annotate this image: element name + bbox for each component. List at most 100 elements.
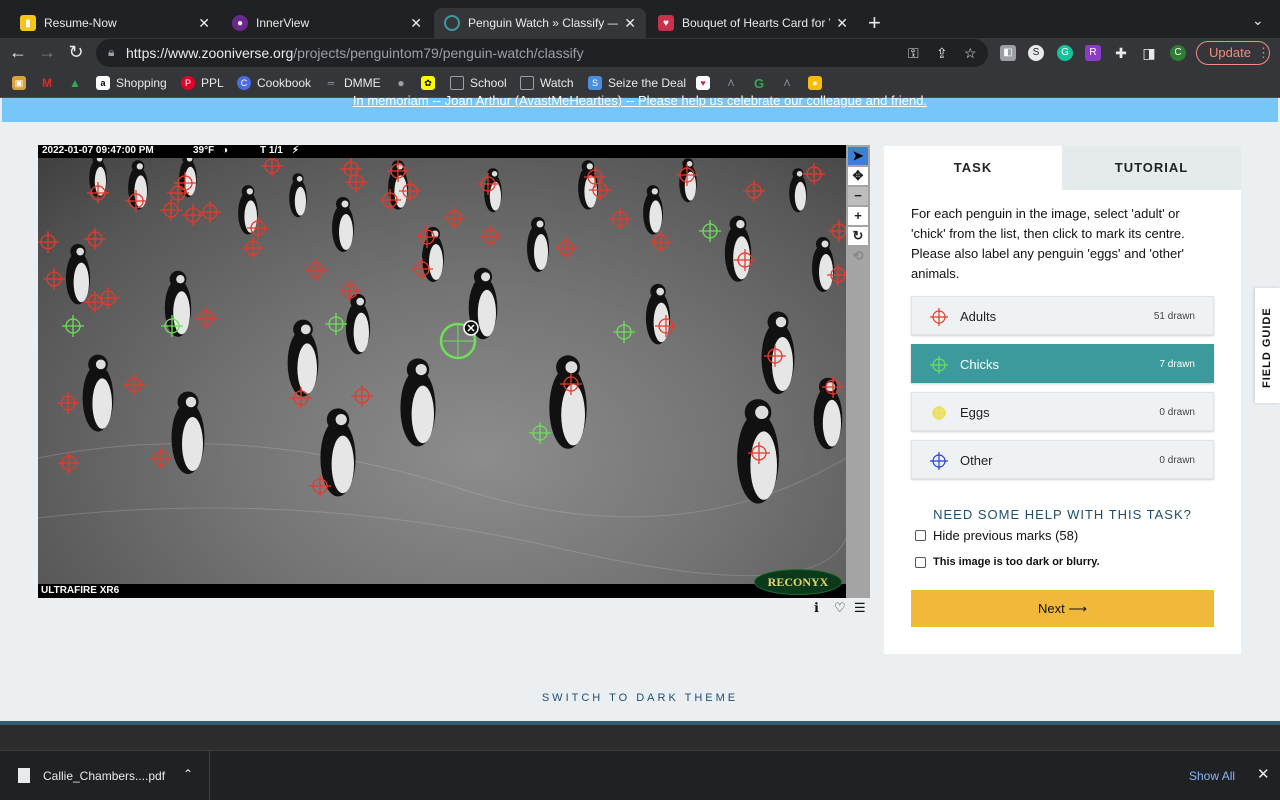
bookmark-star-icon[interactable]: ☆ xyxy=(964,45,977,62)
adult-mark[interactable] xyxy=(84,228,106,250)
back-arrow-icon[interactable]: ← xyxy=(6,42,30,63)
subject-image-viewer[interactable]: 2022-01-07 09:47:00 PM 39°F ◑ T 1/1 ⚡︎ U… xyxy=(38,145,846,598)
profile-avatar[interactable]: C xyxy=(1170,45,1186,61)
side-panel-icon[interactable]: ◨ xyxy=(1141,45,1157,61)
adult-mark[interactable] xyxy=(411,258,433,280)
bookmark-m1[interactable]: Ʌ xyxy=(724,76,744,90)
grammarly-icon[interactable]: G xyxy=(1057,45,1073,61)
new-tab-button[interactable]: + xyxy=(868,10,881,36)
chick-mark[interactable] xyxy=(529,422,551,444)
adult-mark[interactable] xyxy=(150,447,172,469)
adult-mark[interactable] xyxy=(87,182,109,204)
tab-search-button[interactable]: ⌄ xyxy=(1252,12,1264,29)
delete-mark-icon[interactable] xyxy=(463,320,479,336)
adult-mark[interactable] xyxy=(160,199,182,221)
tool-adults[interactable]: Adults 51 drawn xyxy=(911,296,1214,335)
adult-mark[interactable] xyxy=(261,158,283,177)
adult-mark[interactable] xyxy=(199,201,221,223)
bookmark-dmme[interactable]: ═ DMME xyxy=(324,76,381,90)
bookmark-cookbook[interactable]: C Cookbook xyxy=(237,76,311,90)
bookmark-heart[interactable]: ♥ xyxy=(696,76,716,90)
bookmark-snapchat[interactable]: ✿ xyxy=(421,76,441,90)
adult-mark[interactable] xyxy=(650,231,672,253)
adult-mark[interactable] xyxy=(399,180,421,202)
adult-mark[interactable] xyxy=(748,442,770,464)
tab-task[interactable]: TASK xyxy=(884,146,1062,190)
adult-mark[interactable] xyxy=(43,268,65,290)
adult-mark[interactable] xyxy=(827,264,846,286)
adult-mark[interactable] xyxy=(38,231,59,253)
tool-other[interactable]: Other 0 drawn xyxy=(911,440,1214,479)
adult-mark[interactable] xyxy=(125,190,147,212)
tab-penguin-watch[interactable]: Penguin Watch » Classify — Zo ✕ xyxy=(434,8,646,38)
close-downloads-icon[interactable]: ✕ xyxy=(1257,765,1270,783)
r-extension-icon[interactable]: R xyxy=(1085,45,1101,61)
adult-mark[interactable] xyxy=(387,160,409,182)
adult-mark[interactable] xyxy=(609,208,631,230)
tab-tutorial[interactable]: TUTORIAL xyxy=(1062,146,1241,190)
bookmark-drive[interactable]: ▲ xyxy=(68,76,88,90)
extension-icon[interactable]: ◧ xyxy=(1000,45,1016,61)
reload-icon[interactable]: ↻ xyxy=(64,42,88,63)
adult-mark[interactable] xyxy=(560,373,582,395)
adult-mark[interactable] xyxy=(247,217,269,239)
bookmark-gmail[interactable]: M xyxy=(40,76,60,90)
bookmark-school[interactable]: School xyxy=(450,76,507,90)
bookmark-watch[interactable]: Watch xyxy=(520,76,574,90)
pointer-tool-button[interactable]: ➤ xyxy=(848,147,868,165)
field-guide-tab[interactable]: FIELD GUIDE xyxy=(1255,288,1280,403)
next-button[interactable]: Next ⟶ xyxy=(911,590,1214,627)
adult-mark[interactable] xyxy=(351,385,373,407)
adult-mark[interactable] xyxy=(479,225,501,247)
adult-mark[interactable] xyxy=(822,376,844,398)
bookmark-apple[interactable]: ● xyxy=(394,76,414,90)
bookmark-g[interactable]: G xyxy=(752,76,772,91)
adult-mark[interactable] xyxy=(443,207,465,229)
zoom-in-button[interactable]: + xyxy=(848,207,868,225)
info-icon[interactable]: ℹ xyxy=(814,600,819,616)
adult-mark[interactable] xyxy=(589,179,611,201)
bookmark-ppl[interactable]: P PPL xyxy=(181,76,224,90)
download-item[interactable]: Callie_Chambers....pdf ⌃ xyxy=(0,751,210,800)
forward-arrow-icon[interactable]: → xyxy=(35,42,59,63)
adult-mark[interactable] xyxy=(477,173,499,195)
adult-mark[interactable] xyxy=(416,226,438,248)
task-help-link[interactable]: NEED SOME HELP WITH THIS TASK? xyxy=(884,507,1241,522)
tab-close-icon[interactable]: ✕ xyxy=(836,15,848,32)
collections-list-icon[interactable]: ☰ xyxy=(854,600,866,616)
key-icon[interactable]: ⚿ xyxy=(908,45,919,62)
more-menu-icon[interactable]: ⋮ xyxy=(1257,42,1270,64)
bookmark-keep[interactable]: ● xyxy=(808,76,828,90)
checkbox-box[interactable] xyxy=(915,530,926,541)
puzzle-extensions-icon[interactable]: ✚ xyxy=(1113,45,1129,61)
adult-mark[interactable] xyxy=(764,345,786,367)
adult-mark[interactable] xyxy=(58,452,80,474)
bookmark-m2[interactable]: Ʌ xyxy=(780,76,800,90)
adult-mark[interactable] xyxy=(242,237,264,259)
update-button[interactable]: Update ⋮ xyxy=(1196,41,1270,65)
adult-mark[interactable] xyxy=(123,374,145,396)
adult-mark[interactable] xyxy=(743,180,765,202)
memoriam-link[interactable]: In memoriam -- Joan Arthur (AvastMeHeart… xyxy=(353,93,927,108)
adult-mark[interactable] xyxy=(195,307,217,329)
adult-mark[interactable] xyxy=(655,315,677,337)
tab-bouquet-card[interactable]: ♥ Bouquet of Hearts Card for Val ✕ xyxy=(648,8,858,38)
url-text[interactable]: https://www.zooniverse.org/projects/peng… xyxy=(126,45,584,61)
adult-mark[interactable] xyxy=(345,171,367,193)
chick-mark[interactable] xyxy=(161,315,183,337)
classification-marks[interactable] xyxy=(38,158,846,584)
bookmark-image[interactable]: ▣ xyxy=(12,76,32,90)
chick-mark[interactable] xyxy=(62,315,84,337)
bookmark-shopping[interactable]: a Shopping xyxy=(96,76,167,90)
adult-mark[interactable] xyxy=(182,204,204,226)
hide-previous-marks-checkbox[interactable]: Hide previous marks (58) xyxy=(915,528,1078,543)
chick-mark[interactable] xyxy=(325,313,347,335)
tab-close-icon[interactable]: ✕ xyxy=(410,15,422,32)
tool-chicks[interactable]: Chicks 7 drawn xyxy=(911,344,1214,383)
tab-close-icon[interactable]: ✕ xyxy=(624,15,636,32)
bookmark-seize-the-deal[interactable]: S Seize the Deal xyxy=(588,76,686,90)
chevron-up-icon[interactable]: ⌃ xyxy=(183,767,193,781)
chick-mark[interactable] xyxy=(699,220,721,242)
favorite-heart-icon[interactable]: ♡ xyxy=(834,600,846,616)
rotate-button[interactable]: ↻ xyxy=(848,227,868,245)
